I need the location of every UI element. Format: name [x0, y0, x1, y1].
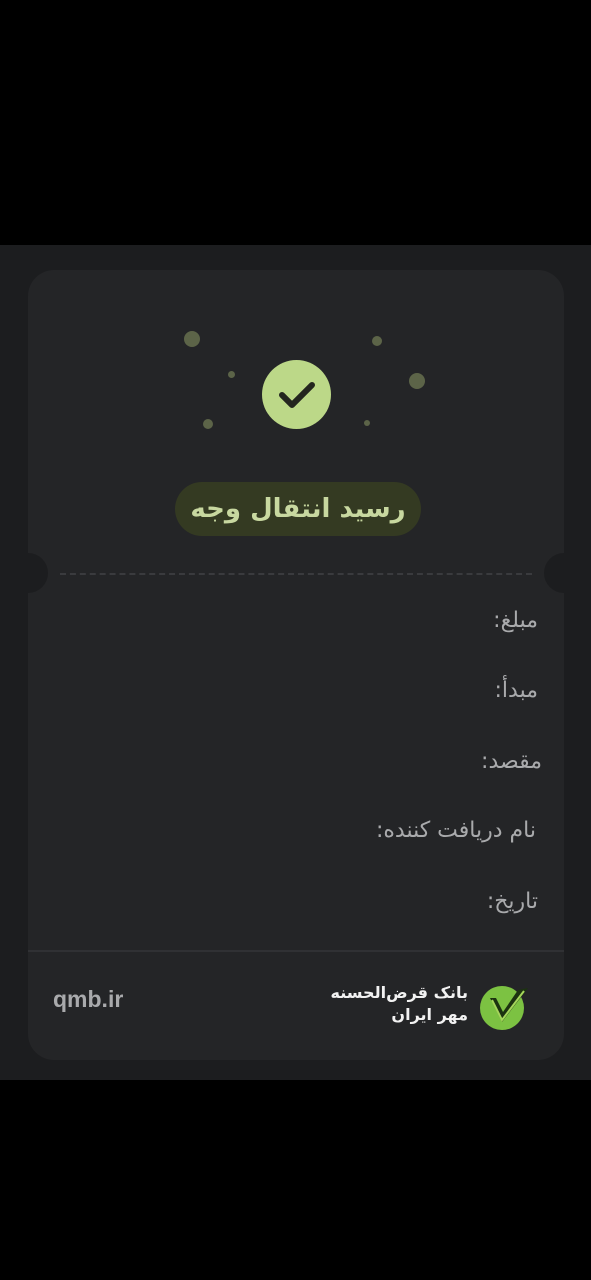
bank-website-link[interactable]: qmb.ir: [53, 986, 123, 1013]
destination-label: مقصد:: [481, 749, 542, 774]
success-badge: [262, 360, 331, 429]
decor-dot: [228, 371, 235, 378]
recipient-name-label: نام دریافت کننده:: [375, 818, 536, 843]
decor-dot: [409, 373, 425, 389]
footer-divider: [28, 950, 564, 952]
date-label: تاریخ:: [486, 889, 538, 914]
bank-name-line2: مهر ایران: [391, 1005, 468, 1024]
decor-dot: [184, 331, 200, 347]
bank-name: بانک قرض‌الحسنه مهر ایران: [331, 982, 468, 1026]
decor-dot: [364, 420, 370, 426]
receipt-title: رسید انتقال وجه: [175, 482, 421, 536]
decor-dot: [203, 419, 213, 429]
dashed-separator: [60, 573, 532, 575]
decor-dot: [372, 336, 382, 346]
check-icon: [278, 381, 315, 408]
ticket-notch-left: [28, 553, 48, 593]
receipt-card: رسید انتقال وجه مبلغ: مبدأ: مقصد: نام در…: [28, 270, 564, 1060]
amount-label: مبلغ:: [493, 608, 538, 633]
bank-logo-icon: [480, 986, 528, 1030]
bank-name-line1: بانک قرض‌الحسنه: [330, 983, 468, 1002]
source-label: مبدأ:: [494, 678, 539, 703]
ticket-notch-right: [544, 553, 564, 593]
screen: رسید انتقال وجه مبلغ: مبدأ: مقصد: نام در…: [0, 0, 591, 1280]
